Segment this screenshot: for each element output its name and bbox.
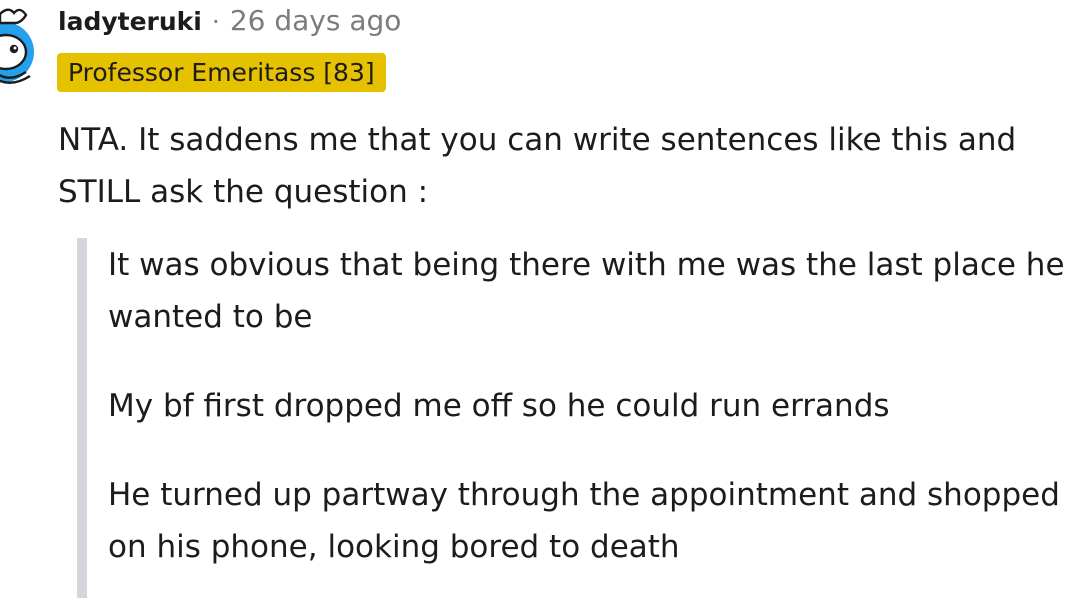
quote-paragraph: He turned up partway through the appoint… bbox=[108, 477, 1060, 565]
comment-meta: ladyteruki · 26 days ago bbox=[58, 4, 401, 37]
username-link[interactable]: ladyteruki bbox=[58, 7, 202, 36]
timestamp[interactable]: 26 days ago bbox=[230, 4, 402, 37]
quote-paragraph: My bf first dropped me off so he could r… bbox=[108, 388, 890, 424]
blockquote: It was obvious that being there with me … bbox=[77, 238, 1073, 598]
quote-paragraph: It was obvious that being there with me … bbox=[108, 247, 1065, 335]
user-flair: Professor Emeritass [83] bbox=[57, 53, 386, 92]
meta-separator: · bbox=[211, 7, 220, 36]
avatar[interactable] bbox=[0, 4, 36, 90]
comment-body: NTA. It saddens me that you can write se… bbox=[58, 122, 1017, 210]
